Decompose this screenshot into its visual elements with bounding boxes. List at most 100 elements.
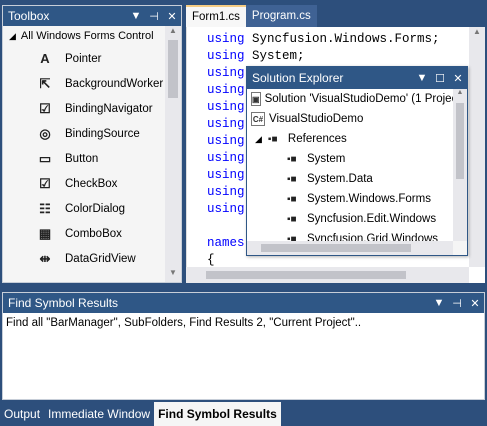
toolbox-pane: Toolbox ▼ ⊣ ✕ ◢ All Windows Forms Contro…: [2, 5, 182, 283]
toolbox-item[interactable]: ☑ CheckBox: [3, 171, 181, 196]
toolbox-item[interactable]: ▭ Button: [3, 146, 181, 171]
editor-tabs: Form1.cs Program.cs: [186, 5, 485, 27]
reference-icon: ▪■: [287, 233, 297, 242]
toolbox-group[interactable]: ◢ All Windows Forms Control: [3, 26, 181, 46]
reference-label: Syncfusion.Grid.Windows: [307, 233, 439, 241]
binding-navigator-icon: ☑: [39, 100, 51, 116]
button-icon: ▭: [38, 150, 52, 166]
dropdown-icon[interactable]: ▼: [127, 10, 145, 22]
scroll-up-icon[interactable]: ▲: [165, 26, 181, 40]
reference-label: System.Windows.Forms: [307, 193, 431, 205]
color-dialog-icon: ☷: [39, 200, 51, 216]
pin-icon[interactable]: ⊣: [448, 297, 466, 310]
close-icon[interactable]: ✕: [449, 72, 467, 85]
project-label: VisualStudioDemo: [269, 113, 364, 125]
toolbox-group-label: All Windows Forms Control: [20, 30, 154, 42]
bottom-tabs: Output Immediate Window Find Symbol Resu…: [0, 402, 487, 426]
reference-label: System.Data: [307, 173, 373, 185]
code-keyword: using: [207, 32, 245, 46]
code-keyword: using: [207, 83, 245, 97]
code-text: Syncfusion.Windows.Forms;: [244, 32, 440, 46]
reference-label: System: [307, 153, 346, 165]
code-keyword: using: [207, 151, 245, 165]
results-line[interactable]: Find all "BarManager", SubFolders, Find …: [3, 313, 484, 333]
reference-icon: ▪■: [287, 193, 297, 205]
toolbox-item-label: BindingNavigator: [65, 102, 153, 115]
maximize-icon[interactable]: ☐: [431, 72, 449, 85]
references-icon: ▪■: [267, 133, 278, 145]
solution-vertical-scrollbar[interactable]: ▲: [453, 89, 467, 241]
code-keyword: using: [207, 117, 245, 131]
toolbox-item[interactable]: ▦ ComboBox: [3, 221, 181, 246]
code-text: System;: [244, 49, 305, 63]
tab-find-symbol-results[interactable]: Find Symbol Results: [154, 402, 281, 426]
solution-label: Solution 'VisualStudioDemo' (1 Projec: [264, 93, 453, 105]
close-icon[interactable]: ✕: [466, 297, 484, 310]
reference-node[interactable]: ▪■ System.Windows.Forms: [247, 189, 453, 209]
reference-node[interactable]: ▪■ Syncfusion.Grid.Windows: [247, 229, 453, 241]
toolbox-item[interactable]: ◎ BindingSource: [3, 121, 181, 146]
solution-hscroll-thumb[interactable]: [261, 244, 411, 252]
scroll-up-icon[interactable]: ▲: [469, 27, 485, 41]
code-keyword: using: [207, 100, 245, 114]
find-symbol-results-pane: Find Symbol Results ▼ ⊣ ✕ Find all "BarM…: [2, 292, 485, 400]
toolbox-title: Toolbox: [8, 9, 50, 23]
reference-node[interactable]: ▪■ System.Data: [247, 169, 453, 189]
results-title: Find Symbol Results: [8, 296, 119, 310]
dropdown-icon[interactable]: ▼: [413, 72, 431, 84]
toolbox-item-label: ComboBox: [65, 227, 122, 240]
code-keyword: names: [207, 236, 245, 250]
references-node[interactable]: ◢ ▪■ References: [247, 129, 453, 149]
code-keyword: using: [207, 168, 245, 182]
code-keyword: using: [207, 49, 245, 63]
toolbox-item[interactable]: ⇹ DataGridView: [3, 246, 181, 271]
dropdown-icon[interactable]: ▼: [430, 297, 448, 309]
code-keyword: using: [207, 66, 245, 80]
code-text: {: [207, 253, 215, 267]
editor-vertical-scrollbar[interactable]: ▲: [469, 27, 485, 267]
toolbox-item-label: DataGridView: [65, 252, 136, 265]
scroll-down-icon[interactable]: ▼: [165, 268, 181, 282]
reference-label: Syncfusion.Edit.Windows: [307, 213, 437, 225]
editor-horizontal-scrollbar[interactable]: [186, 267, 469, 283]
solution-icon: ▣: [251, 92, 261, 106]
code-line[interactable]: using System;: [207, 48, 469, 65]
toolbox-item-label: CheckBox: [65, 177, 118, 190]
solution-explorer-title: Solution Explorer: [252, 71, 344, 85]
csharp-project-icon: C#: [251, 112, 265, 126]
expanded-triangle-icon[interactable]: ◢: [255, 134, 262, 145]
toolbox-title-bar: Toolbox ▼ ⊣ ✕: [3, 6, 181, 26]
code-keyword: using: [207, 202, 245, 216]
datagridview-icon: ⇹: [39, 250, 51, 266]
toolbox-scroll-thumb[interactable]: [168, 40, 178, 98]
scroll-up-icon[interactable]: ▲: [453, 89, 467, 101]
code-line[interactable]: using Syncfusion.Windows.Forms;: [207, 31, 469, 48]
reference-icon: ▪■: [287, 173, 297, 185]
toolbox-item[interactable]: ☷ ColorDialog: [3, 196, 181, 221]
toolbox-item[interactable]: ☑ BindingNavigator: [3, 96, 181, 121]
tab-immediate-window[interactable]: Immediate Window: [44, 402, 154, 426]
project-node[interactable]: C# VisualStudioDemo: [247, 109, 453, 129]
solution-node[interactable]: ▣ Solution 'VisualStudioDemo' (1 Projec: [247, 89, 453, 109]
reference-node[interactable]: ▪■ Syncfusion.Edit.Windows: [247, 209, 453, 229]
solution-scroll-thumb[interactable]: [456, 103, 464, 179]
pin-icon[interactable]: ⊣: [145, 10, 163, 23]
solution-explorer-title-bar[interactable]: Solution Explorer ▼ ☐ ✕: [247, 67, 467, 89]
tab-form1[interactable]: Form1.cs: [186, 5, 246, 27]
solution-horizontal-scrollbar[interactable]: [247, 241, 453, 255]
toolbox-scrollbar[interactable]: ▲ ▼: [165, 26, 181, 282]
code-keyword: using: [207, 134, 245, 148]
toolbox-item[interactable]: ⇱ BackgroundWorker: [3, 71, 181, 96]
tab-program[interactable]: Program.cs: [245, 5, 317, 27]
reference-node[interactable]: ▪■ System: [247, 149, 453, 169]
collapse-triangle-icon[interactable]: ◢: [9, 31, 16, 42]
code-keyword: using: [207, 185, 245, 199]
checkbox-icon: ☑: [39, 175, 51, 191]
binding-source-icon: ◎: [39, 125, 51, 141]
tab-output[interactable]: Output: [0, 402, 44, 426]
editor-hscroll-thumb[interactable]: [206, 271, 406, 279]
background-worker-icon: ⇱: [39, 75, 51, 91]
close-icon[interactable]: ✕: [163, 10, 181, 23]
toolbox-item[interactable]: A Pointer: [3, 46, 181, 71]
toolbox-item-label: BackgroundWorker: [65, 77, 164, 90]
